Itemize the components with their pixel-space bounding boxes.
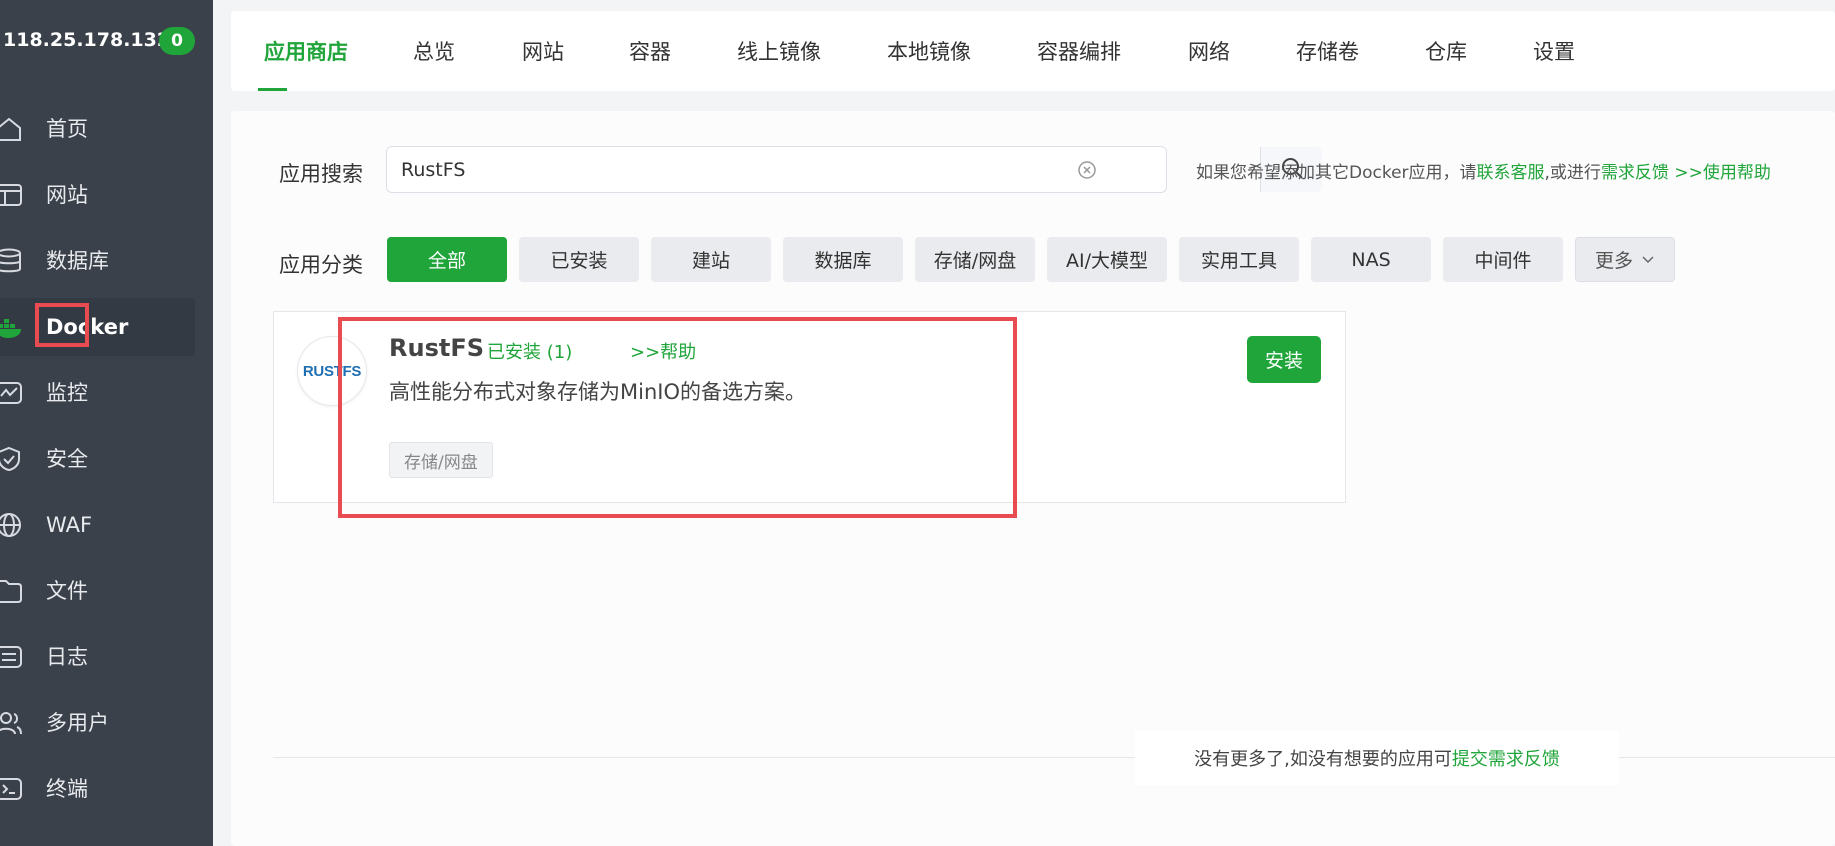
sidebar-item-label: 首页 — [46, 117, 88, 141]
category-database[interactable]: 数据库 — [783, 237, 903, 282]
tab-websites[interactable]: 网站 — [522, 11, 564, 91]
category-middleware[interactable]: 中间件 — [1443, 237, 1563, 282]
contact-support-link[interactable]: 联系客服 — [1477, 163, 1545, 183]
app-help-link[interactable]: >>帮助 — [630, 338, 696, 364]
chevron-down-icon — [1641, 255, 1655, 265]
app-tag: 存储/网盘 — [389, 442, 493, 478]
docker-icon — [0, 314, 26, 340]
tab-volumes[interactable]: 存储卷 — [1296, 11, 1359, 91]
category-more[interactable]: 更多 — [1575, 237, 1675, 282]
usage-help-link[interactable]: >>使用帮助 — [1669, 163, 1771, 183]
more-label: 更多 — [1594, 250, 1633, 272]
feedback-link[interactable]: 需求反馈 — [1601, 163, 1669, 183]
home-icon — [0, 116, 26, 142]
app-logo-text: RUSTFS — [302, 362, 362, 380]
tab-overview[interactable]: 总览 — [413, 11, 455, 91]
tab-registry[interactable]: 仓库 — [1425, 11, 1467, 91]
sidebar-item-website[interactable]: 网站 — [0, 162, 213, 228]
shield-icon — [0, 446, 26, 472]
search-label: 应用搜索 — [279, 162, 363, 186]
sidebar-item-docker[interactable]: Docker — [0, 294, 213, 360]
sidebar-item-label: 日志 — [46, 645, 88, 669]
sidebar-item-label: 多用户 — [46, 711, 109, 735]
sidebar-item-waf[interactable]: WAF — [0, 492, 213, 558]
sidebar-item-home[interactable]: 首页 — [0, 96, 213, 162]
sidebar-item-label: 终端 — [46, 777, 88, 801]
sidebar-item-logs[interactable]: 日志 — [0, 624, 213, 690]
sidebar-nav: 首页 网站 数据库 Docker 监控 安全 WAF 文件 日志 多用户 终端 — [0, 96, 213, 822]
installed-status[interactable]: 已安装 (1) — [487, 338, 572, 364]
notification-badge[interactable]: 0 — [159, 27, 195, 55]
tab-network[interactable]: 网络 — [1188, 11, 1230, 91]
sidebar-item-monitor[interactable]: 监控 — [0, 360, 213, 426]
tab-app-store[interactable]: 应用商店 — [231, 11, 362, 91]
sidebar: 118.25.178.132 0 首页 网站 数据库 Docker 监控 安全 … — [0, 0, 213, 846]
sidebar-item-label: 数据库 — [46, 249, 109, 273]
app-name: RustFS — [389, 334, 485, 362]
no-more-note: 没有更多了,如没有想要的应用可 提交需求反馈 — [1135, 731, 1619, 785]
tab-containers[interactable]: 容器 — [629, 11, 671, 91]
sidebar-item-database[interactable]: 数据库 — [0, 228, 213, 294]
website-icon — [0, 182, 26, 208]
sidebar-item-label: 监控 — [46, 381, 88, 405]
sidebar-item-users[interactable]: 多用户 — [0, 690, 213, 756]
search-box — [386, 146, 1322, 193]
category-all[interactable]: 全部 — [387, 237, 507, 282]
server-address: 118.25.178.132 — [3, 29, 171, 51]
search-input[interactable] — [401, 147, 1081, 192]
sidebar-item-label: 安全 — [46, 447, 88, 471]
log-icon — [0, 644, 26, 670]
submit-feedback-link[interactable]: 提交需求反馈 — [1452, 745, 1560, 771]
sidebar-item-label: 文件 — [46, 579, 88, 603]
category-website[interactable]: 建站 — [651, 237, 771, 282]
sidebar-item-label: WAF — [46, 513, 93, 537]
category-label: 应用分类 — [279, 253, 363, 277]
sidebar-item-security[interactable]: 安全 — [0, 426, 213, 492]
tab-online-images[interactable]: 线上镜像 — [737, 11, 821, 91]
category-storage[interactable]: 存储/网盘 — [915, 237, 1035, 282]
top-tabs: 应用商店 总览 网站 容器 线上镜像 本地镜像 容器编排 网络 存储卷 仓库 设… — [231, 11, 1835, 91]
install-button[interactable]: 安装 — [1247, 336, 1321, 383]
hint-text: 如果您希望添加其它Docker应用，请 — [1196, 163, 1477, 183]
tab-compose[interactable]: 容器编排 — [1037, 11, 1121, 91]
no-more-text: 没有更多了,如没有想要的应用可 — [1194, 749, 1452, 770]
category-ai[interactable]: AI/大模型 — [1047, 237, 1167, 282]
sidebar-item-terminal[interactable]: 终端 — [0, 756, 213, 822]
app-card: RUSTFS RustFS 已安装 (1) >>帮助 高性能分布式对象存储为Mi… — [273, 311, 1346, 503]
sidebar-item-files[interactable]: 文件 — [0, 558, 213, 624]
terminal-icon — [0, 776, 26, 802]
database-icon — [0, 248, 26, 274]
folder-icon — [0, 578, 26, 604]
category-installed[interactable]: 已安装 — [519, 237, 639, 282]
monitor-icon — [0, 380, 26, 406]
app-logo: RUSTFS — [297, 336, 367, 406]
waf-icon — [0, 512, 26, 538]
category-nas[interactable]: NAS — [1311, 237, 1431, 282]
help-hint: 如果您希望添加其它Docker应用，请联系客服,或进行需求反馈 >>使用帮助 — [1196, 158, 1771, 183]
highlight-box — [35, 303, 89, 347]
users-icon — [0, 710, 26, 736]
clear-icon[interactable] — [1077, 160, 1097, 180]
category-tools[interactable]: 实用工具 — [1179, 237, 1299, 282]
main-panel: 应用搜索 如果您希望添加其它Docker应用，请联系客服,或进行需求反馈 >>使… — [231, 111, 1835, 846]
tab-local-images[interactable]: 本地镜像 — [887, 11, 971, 91]
app-description: 高性能分布式对象存储为MinIO的备选方案。 — [389, 380, 806, 404]
tab-settings[interactable]: 设置 — [1533, 11, 1575, 91]
hint-text: ,或进行 — [1544, 163, 1601, 183]
sidebar-item-label: 网站 — [46, 183, 88, 207]
